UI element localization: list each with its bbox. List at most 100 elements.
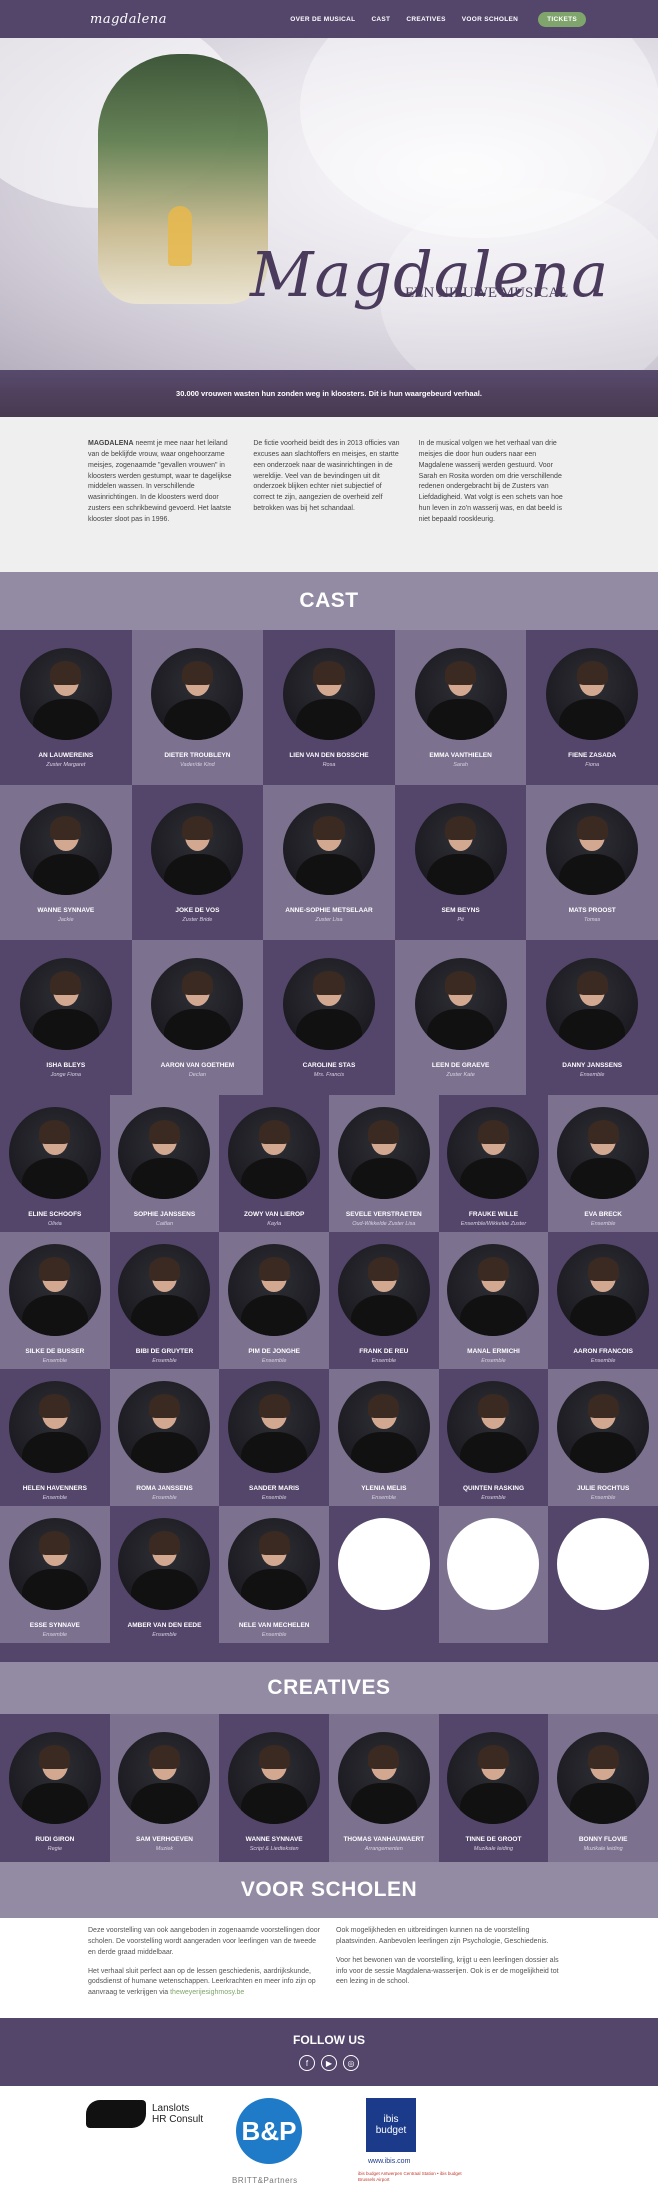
creative-role: Regie — [47, 1846, 63, 1852]
cast-member-photo — [151, 648, 244, 740]
cast-member-photo — [282, 803, 375, 895]
cast-member-card[interactable]: MATS PROOST Tomas — [526, 785, 658, 940]
cast-member-photo — [118, 1107, 211, 1199]
cast-member-photo-hair — [477, 1393, 510, 1418]
cast-member-role: Oud-Wikkelde Zuster Lisa — [352, 1221, 416, 1227]
cast-member-photo-body — [460, 1157, 527, 1199]
main-menu: OVER DE MUSICAL CAST CREATIVES VOOR SCHO… — [290, 11, 646, 27]
ibis-url[interactable]: www.ibis.com — [368, 2158, 410, 2165]
cast-member-card[interactable]: MANAL ERMICHI Ensemble — [438, 1232, 549, 1369]
facebook-icon[interactable]: f — [299, 2055, 315, 2071]
cast-member-card[interactable]: AARON VAN GOETHEM Declan — [131, 940, 264, 1095]
cast-member-card[interactable]: BIBI DE GRUYTER Ensemble — [109, 1232, 220, 1369]
cast-member-card[interactable]: CAROLINE STAS Mrs. Francis — [263, 940, 395, 1095]
cast-member-photo — [337, 1244, 430, 1336]
cast-member-photo-body — [131, 1294, 198, 1336]
cast-member-photo — [447, 1244, 540, 1336]
cast-member-card[interactable]: ISHA BLEYS Jonge Fiona — [0, 940, 132, 1095]
cast-member-card[interactable] — [329, 1506, 439, 1643]
cast-member-name: JULIE ROCHTUS — [576, 1485, 630, 1492]
cast-member-card[interactable]: NELE VAN MECHELEN Ensemble — [219, 1506, 329, 1643]
cast-member-card[interactable]: FIENE ZASADA Fiona — [526, 630, 658, 785]
cast-member-card[interactable]: JULIE ROCHTUS Ensemble — [548, 1369, 658, 1506]
creative-card[interactable]: WANNE SYNNAVE Script & Liedteksten — [219, 1714, 329, 1862]
cast-member-card[interactable] — [548, 1506, 658, 1643]
cast-member-role: Zuster Lisa — [315, 917, 343, 923]
creative-photo-body — [21, 1782, 88, 1824]
creative-role: Arrangementen — [364, 1846, 403, 1852]
cast-member-name: ANNE-SOPHIE METSELAAR — [285, 907, 373, 914]
cast-member-name: ESSE SYNNAVE — [29, 1622, 80, 1629]
cast-member-card[interactable]: HELEN HAVENNERS Ensemble — [0, 1369, 110, 1506]
cast-member-card[interactable]: AMBER VAN DEN EEDE Ensemble — [109, 1506, 220, 1643]
top-nav: magdalena OVER DE MUSICAL CAST CREATIVES… — [0, 0, 658, 38]
cast-member-card[interactable]: EMMA VANTHIELEN Sarah — [394, 630, 527, 785]
cast-member-photo-hair — [50, 970, 82, 995]
cast-member-card[interactable]: ESSE SYNNAVE Ensemble — [0, 1506, 110, 1643]
cast-member-name: PIM DE JONGHE — [248, 1348, 300, 1355]
creative-card[interactable]: TINNE DE GROOT Muzikale leiding — [438, 1714, 549, 1862]
cast-member-name: BIBI DE GRUYTER — [135, 1348, 194, 1355]
cast-member-card[interactable]: QUINTEN RASKING Ensemble — [438, 1369, 549, 1506]
cast-member-card[interactable]: JOKE DE VOS Zuster Bride — [131, 785, 264, 940]
cast-member-card[interactable]: AARON FRANCOIS Ensemble — [548, 1232, 658, 1369]
instagram-icon[interactable]: ◎ — [343, 2055, 359, 2071]
cast-member-card[interactable]: FRAUKE WILLE Ensemble/Wikkelde Zuster — [438, 1095, 549, 1232]
schools-col-1a: Deze voorstelling van ook aangeboden in … — [88, 1927, 320, 1956]
creative-card[interactable]: SAM VERHOEVEN Muziek — [109, 1714, 220, 1862]
cast-member-role: Declan — [188, 1072, 206, 1078]
cast-member-card[interactable]: ROMA JANSSENS Ensemble — [109, 1369, 220, 1506]
creative-photo-body — [460, 1782, 527, 1824]
cast-member-card[interactable] — [438, 1506, 549, 1643]
cast-member-card[interactable]: SOPHIE JANSSENS Caitlan — [109, 1095, 220, 1232]
sponsor-britt-partners[interactable]: B&P — [236, 2098, 302, 2164]
cast-member-card[interactable]: PIM DE JONGHE Ensemble — [219, 1232, 329, 1369]
cast-member-card[interactable]: SANDER MARIS Ensemble — [219, 1369, 329, 1506]
cast-member-photo — [557, 1244, 650, 1336]
cast-member-card[interactable]: SILKE DE BUSSER Ensemble — [0, 1232, 110, 1369]
cast-member-card[interactable]: LIEN VAN DEN BOSSCHE Rosa — [263, 630, 395, 785]
cast-member-name: CAROLINE STAS — [302, 1062, 356, 1069]
cast-member-photo — [8, 1381, 101, 1473]
sponsor-ibis-budget[interactable]: ibis budget — [366, 2098, 416, 2152]
site-logo[interactable]: magdalena — [90, 12, 167, 27]
tickets-button[interactable]: TICKETS — [538, 11, 586, 27]
schools-section: Deze voorstelling van ook aangeboden in … — [0, 1918, 658, 2018]
cast-member-photo-body — [570, 1157, 637, 1199]
cast-member-card[interactable]: SEVELE VERSTRAETEN Oud-Wikkelde Zuster Li… — [329, 1095, 439, 1232]
cast-member-role: Zuster Margaret — [46, 762, 86, 768]
creative-card[interactable]: THOMAS VANHAUWAERT Arrangementen — [329, 1714, 439, 1862]
cast-member-photo — [8, 1107, 101, 1199]
cast-member-card[interactable]: DIETER TROUBLEYN Vader/de Kind — [131, 630, 264, 785]
sponsor-lanslots[interactable]: Lanslots HR Consult — [86, 2100, 203, 2128]
nav-item-cast[interactable]: CAST — [371, 16, 390, 23]
cast-member-card[interactable]: SEM BEYNS Pit — [394, 785, 527, 940]
creative-photo-body — [131, 1782, 198, 1824]
cast-member-card[interactable]: YLENIA MELIS Ensemble — [329, 1369, 439, 1506]
cast-member-photo-body — [427, 1008, 494, 1050]
lanslots-line-2: HR Consult — [152, 2114, 204, 2125]
cast-member-photo — [228, 1107, 321, 1199]
cast-member-card[interactable]: ANNE-SOPHIE METSELAAR Zuster Lisa — [263, 785, 395, 940]
cast-member-card[interactable]: ELINE SCHOOFS Olivia — [0, 1095, 110, 1232]
youtube-icon[interactable]: ▶ — [321, 2055, 337, 2071]
nav-item-voor-scholen[interactable]: VOOR SCHOLEN — [462, 16, 518, 23]
nav-item-over-de-musical[interactable]: OVER DE MUSICAL — [290, 16, 355, 23]
cast-member-card[interactable]: EVA BRECK Ensemble — [548, 1095, 658, 1232]
nav-item-creatives[interactable]: CREATIVES — [406, 16, 445, 23]
creative-card[interactable]: RUDI GIRON Regie — [0, 1714, 110, 1862]
cast-member-card[interactable]: DANNY JANSSENS Ensemble — [526, 940, 658, 1095]
cast-member-card[interactable]: LEEN DE GRAEVE Zuster Kate — [394, 940, 527, 1095]
cast-member-card[interactable]: WANNE SYNNAVE Jackie — [0, 785, 132, 940]
creative-photo — [118, 1732, 211, 1824]
schools-link[interactable]: theweyerijesighmosy.be — [170, 1989, 244, 1996]
cast-member-photo-body — [427, 853, 494, 895]
cast-member-card[interactable]: ZOWY VAN LIEROP Kayla — [219, 1095, 329, 1232]
cast-member-card[interactable]: FRANK DE REU Ensemble — [329, 1232, 439, 1369]
cast-member-role: Ensemble — [42, 1495, 68, 1501]
cast-member-photo-body — [559, 698, 626, 740]
cast-member-card[interactable]: AN LAUWEREINS Zuster Margaret — [0, 630, 132, 785]
lanslots-line-1: Lanslots — [152, 2102, 190, 2114]
creative-card[interactable]: BONNY FLOVIE Muzikale leiding — [548, 1714, 658, 1862]
cast-member-name: EVA BRECK — [584, 1211, 622, 1218]
